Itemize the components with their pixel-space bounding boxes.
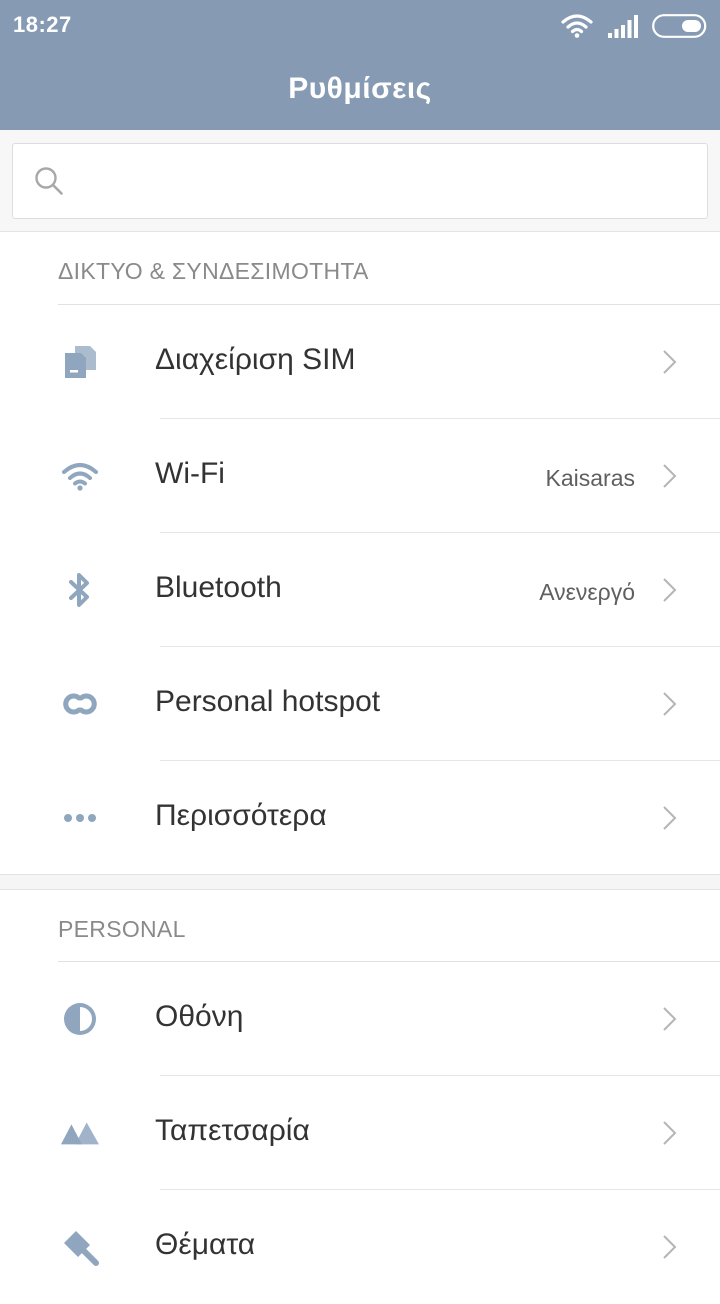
search-box[interactable] — [12, 143, 708, 219]
chevron-right-icon — [662, 349, 678, 380]
page-title: Ρυθμίσεις — [288, 72, 432, 105]
status-time: 18:27 — [13, 12, 72, 37]
settings-item-display[interactable]: Οθόνη — [0, 962, 720, 1076]
wifi-network-name: Kaisaras — [545, 465, 635, 491]
settings-item-label: Personal hotspot — [155, 685, 381, 718]
wallpaper-icon — [60, 1113, 100, 1153]
search-icon — [34, 166, 64, 201]
settings-item-label: Wi-Fi — [155, 457, 225, 490]
section-personal: PERSONAL Οθόνη Ταπετσαρία Θέματα — [0, 890, 720, 1280]
wifi-icon — [60, 456, 100, 496]
more-dots-icon — [60, 798, 100, 838]
wifi-status-icon — [561, 14, 593, 38]
chevron-right-icon — [662, 463, 678, 494]
section-separator — [0, 874, 720, 890]
settings-item-label: Οθόνη — [155, 1000, 244, 1033]
settings-item-label: Bluetooth — [155, 571, 282, 604]
search-area — [0, 130, 720, 232]
section-header-network: ΔΙΚΤΥΟ & ΣΥΝΔΕΣΙΜΟΤΗΤΑ — [58, 258, 369, 284]
battery-icon — [652, 14, 708, 38]
settings-item-wallpaper[interactable]: Ταπετσαρία — [0, 1076, 720, 1190]
display-icon — [60, 999, 100, 1039]
bluetooth-status: Ανενεργό — [539, 579, 635, 605]
status-icons — [561, 10, 708, 42]
sim-card-icon — [60, 342, 100, 382]
settings-item-label: Ταπετσαρία — [155, 1114, 310, 1147]
settings-item-hotspot[interactable]: Personal hotspot — [0, 647, 720, 761]
settings-item-themes[interactable]: Θέματα — [0, 1190, 720, 1304]
chevron-right-icon — [662, 1234, 678, 1265]
section-network: ΔΙΚΤΥΟ & ΣΥΝΔΕΣΙΜΟΤΗΤΑ Διαχείριση SIM Wi… — [0, 232, 720, 874]
hotspot-icon — [60, 684, 100, 724]
bluetooth-icon — [60, 570, 100, 610]
chevron-right-icon — [662, 691, 678, 722]
app-header: 18:27 Ρυθμίσεις — [0, 0, 720, 130]
chevron-right-icon — [662, 805, 678, 836]
themes-icon — [60, 1227, 100, 1267]
settings-item-label: Περισσότερα — [155, 799, 327, 832]
settings-item-label: Διαχείριση SIM — [155, 343, 356, 376]
status-bar: 18:27 — [0, 0, 720, 52]
settings-item-more[interactable]: Περισσότερα — [0, 761, 720, 875]
chevron-right-icon — [662, 1006, 678, 1037]
chevron-right-icon — [662, 1120, 678, 1151]
settings-item-label: Θέματα — [155, 1228, 256, 1261]
chevron-right-icon — [662, 577, 678, 608]
settings-item-wifi[interactable]: Wi-Fi Kaisaras — [0, 419, 720, 533]
search-input[interactable] — [83, 158, 687, 206]
section-header-personal: PERSONAL — [58, 916, 186, 942]
cell-signal-icon — [607, 14, 639, 38]
settings-item-bluetooth[interactable]: Bluetooth Ανενεργό — [0, 533, 720, 647]
settings-item-sim[interactable]: Διαχείριση SIM — [0, 305, 720, 419]
